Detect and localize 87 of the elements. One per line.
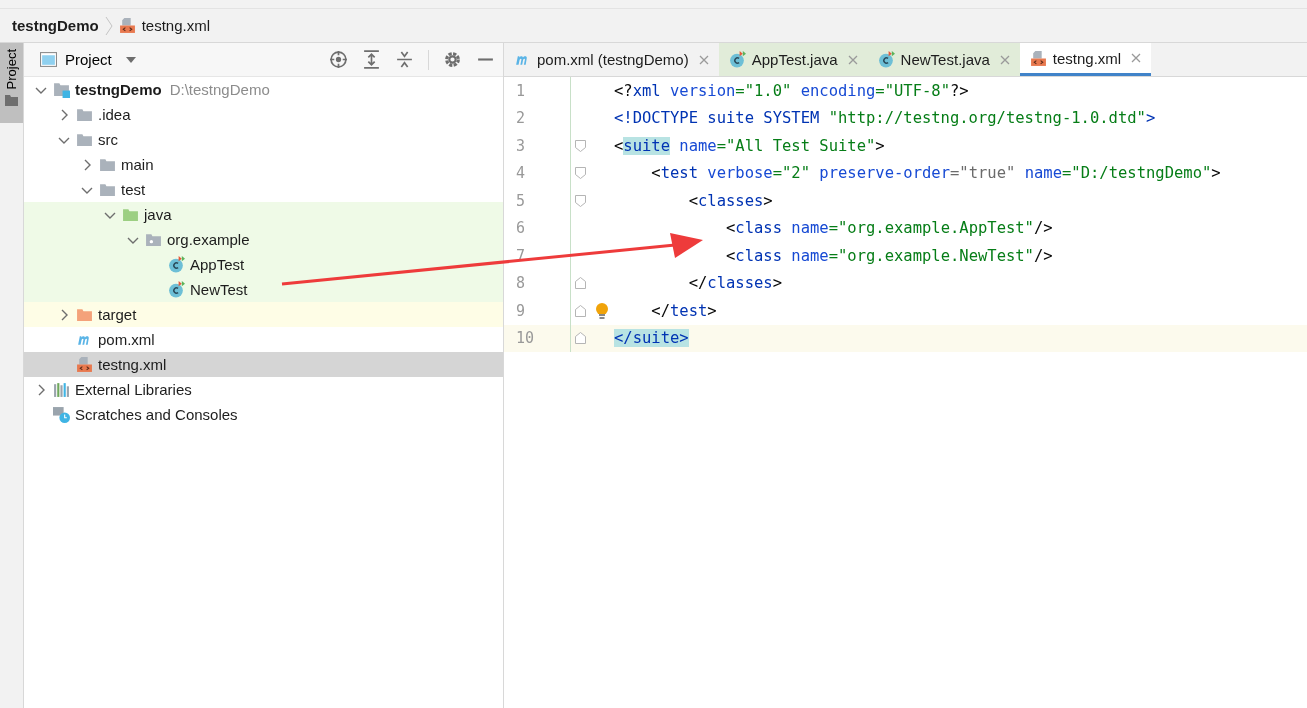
xml-file-icon: [1029, 49, 1047, 67]
breadcrumb-separator-icon: [104, 15, 113, 36]
folder-icon: [5, 95, 18, 107]
code-line: <class name="org.example.NewTest"/>: [724, 246, 1053, 265]
tree-label: NewTest: [190, 281, 248, 298]
class-icon: [728, 51, 746, 68]
lightbulb-icon[interactable]: [595, 301, 609, 320]
close-icon[interactable]: [1131, 53, 1142, 63]
settings-icon[interactable]: [443, 50, 462, 69]
path-hint: D:\testngDemo: [169, 81, 270, 98]
dropdown-arrow-icon[interactable]: [123, 54, 138, 65]
fold-marker-icon[interactable]: [575, 167, 586, 180]
project-tool-tab[interactable]: Project: [0, 43, 23, 123]
folder-icon: [76, 131, 93, 148]
xml-file-icon: [76, 356, 93, 373]
locate-icon[interactable]: [329, 50, 348, 69]
folder-icon: [99, 156, 116, 173]
tree-item[interactable]: Scratches and Consoles: [24, 402, 503, 427]
code-line: </classes>: [687, 274, 782, 293]
fold-marker-icon[interactable]: [575, 304, 586, 317]
tree-item[interactable]: AppTest: [24, 252, 503, 277]
line-number: 3: [515, 136, 527, 155]
line-number: 6: [515, 219, 527, 238]
code-line: <!DOCTYPE suite SYSTEM "http://testng.org/testng-1.0.dtd">: [614, 109, 1156, 128]
line-number: 9: [515, 301, 527, 320]
tree-item[interactable]: NewTest: [24, 277, 503, 302]
collapse-all-icon[interactable]: [395, 50, 414, 69]
folder-icon: [76, 106, 93, 123]
module-icon: [53, 81, 70, 98]
tree-item[interactable]: test: [24, 177, 503, 202]
tree-label: testng.xml: [98, 356, 167, 373]
tree-item[interactable]: pom.xml: [24, 327, 503, 352]
fold-marker-icon[interactable]: [575, 277, 586, 290]
tree-item[interactable]: target: [24, 302, 503, 327]
line-number: 2: [515, 109, 527, 128]
tree-label: src: [98, 131, 118, 148]
class-icon: [168, 256, 185, 273]
scratches-icon: [53, 406, 70, 423]
code-line: <classes>: [687, 191, 773, 210]
tree-item[interactable]: External Libraries: [24, 377, 503, 402]
tree-item[interactable]: testng.xml: [24, 352, 503, 377]
breadcrumb-item[interactable]: testngDemo: [12, 17, 99, 34]
tree-item[interactable]: org.example: [24, 227, 503, 252]
project-view-dropdown[interactable]: Project: [65, 51, 112, 68]
line-number: 10: [515, 329, 536, 348]
libraries-icon: [53, 381, 70, 398]
expand-all-icon[interactable]: [362, 50, 381, 69]
code-line: <?xml version="1.0" encoding="UTF-8"?>: [614, 81, 969, 100]
code-line: </suite>: [614, 329, 689, 348]
tree-item[interactable]: java: [24, 202, 503, 227]
line-number: 8: [515, 274, 527, 293]
line-number: 4: [515, 164, 527, 183]
code-line: <test verbose="2" preserve-order="true" name="D:/testngDemo">: [650, 164, 1221, 183]
tree-label: main: [121, 156, 154, 173]
tree-label: Scratches and Consoles: [75, 406, 238, 423]
tree-label: testngDemo: [75, 81, 162, 98]
tree-label: java: [144, 206, 172, 223]
tree-label: org.example: [167, 231, 250, 248]
line-number: 5: [515, 191, 527, 210]
fold-marker-icon[interactable]: [575, 332, 586, 345]
editor-tab[interactable]: pom.xml (testngDemo): [537, 51, 689, 68]
window-icon: [40, 51, 57, 68]
tree-item[interactable]: testngDemo D:\testngDemo: [24, 77, 503, 102]
folder-icon: [76, 306, 93, 323]
tree-label: AppTest: [190, 256, 245, 273]
tree-label: .idea: [98, 106, 131, 123]
package-icon: [145, 231, 162, 248]
tree-label: target: [98, 306, 137, 323]
folder-icon: [99, 181, 116, 198]
tree-label: pom.xml: [98, 331, 155, 348]
tree-item[interactable]: src: [24, 127, 503, 152]
fold-marker-icon[interactable]: [575, 139, 586, 152]
class-icon: [168, 281, 185, 298]
code-line: <class name="org.example.AppTest"/>: [724, 219, 1053, 238]
code-line: </test>: [650, 301, 717, 320]
tree-label: External Libraries: [75, 381, 192, 398]
code-line: <suite name="All Test Suite">: [614, 136, 885, 155]
breadcrumb-item[interactable]: testng.xml: [141, 17, 211, 34]
fold-marker-icon[interactable]: [575, 194, 586, 207]
folder-icon: [122, 206, 139, 223]
close-icon[interactable]: [698, 54, 709, 65]
class-icon: [877, 51, 895, 68]
xml-file-icon: [118, 17, 136, 34]
tree-item[interactable]: main: [24, 152, 503, 177]
line-number: 1: [515, 81, 527, 100]
tree-item[interactable]: .idea: [24, 102, 503, 127]
tree-label: test: [121, 181, 146, 198]
